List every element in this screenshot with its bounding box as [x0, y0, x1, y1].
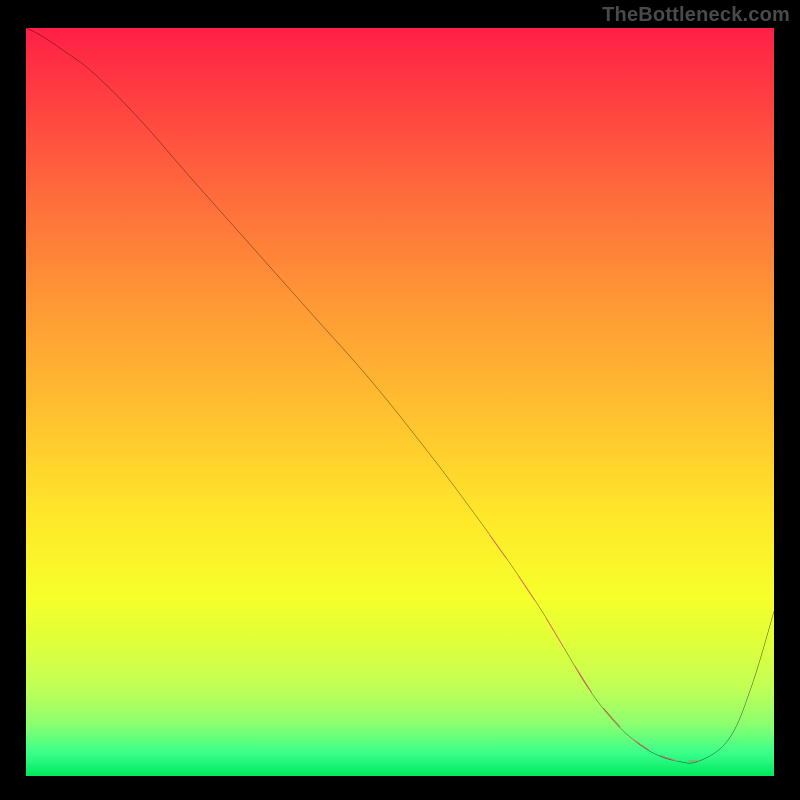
dash-segment	[547, 619, 563, 646]
dash-segment	[632, 739, 648, 750]
dashed-optimal-zone	[490, 535, 699, 761]
plot-area	[26, 28, 774, 776]
chart-frame: TheBottleneck.com	[0, 0, 800, 800]
dash-segment	[660, 756, 676, 761]
dash-segment	[603, 708, 619, 726]
dash-segment	[518, 576, 534, 601]
curve-svg	[26, 28, 774, 776]
bottleneck-curve-path	[26, 28, 774, 763]
watermark-text: TheBottleneck.com	[602, 4, 790, 27]
dash-segment	[575, 666, 591, 692]
dash-segment	[490, 535, 506, 558]
